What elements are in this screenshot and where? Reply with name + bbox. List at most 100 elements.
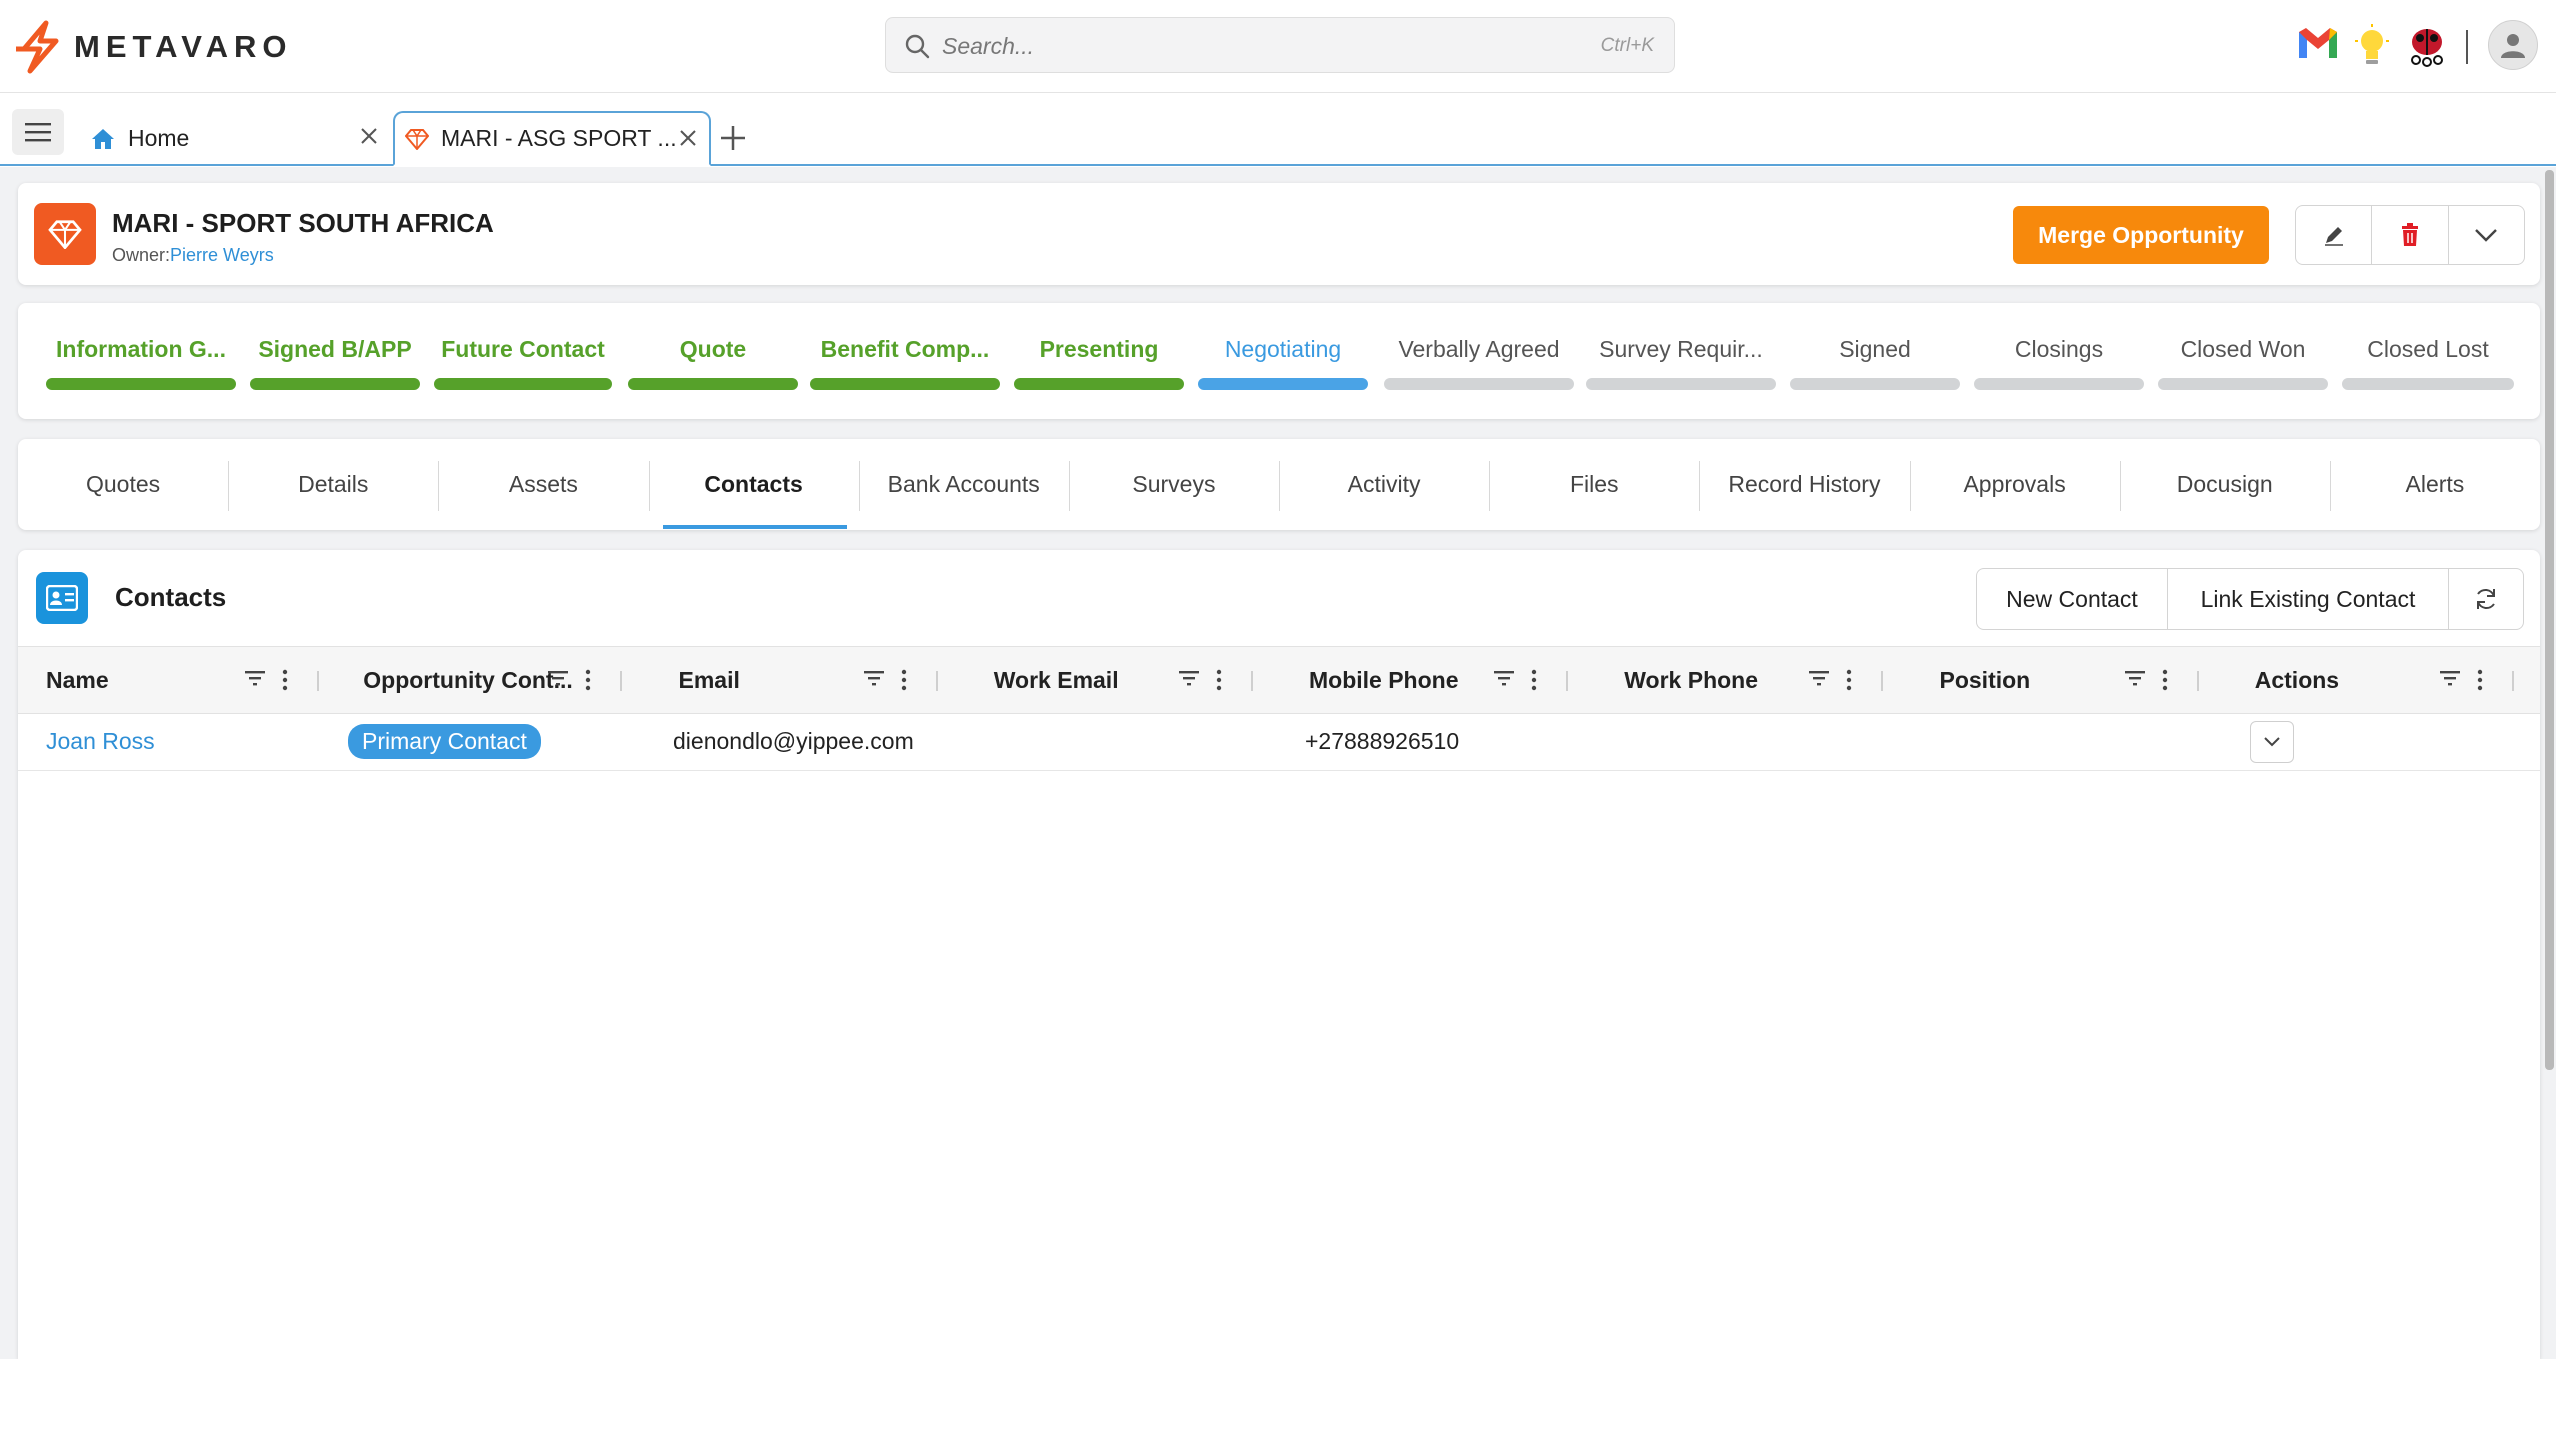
tab-record-history[interactable]: Record History bbox=[1699, 439, 1909, 530]
stage-presenting[interactable]: Presenting bbox=[1014, 303, 1184, 419]
column-header-name[interactable]: Name bbox=[18, 647, 333, 713]
stage-future-contact[interactable]: Future Contact bbox=[434, 303, 612, 419]
column-menu-icon[interactable] bbox=[585, 669, 591, 696]
stage-progress-bar bbox=[1790, 378, 1960, 390]
contacts-panel: Contacts New Contact Link Existing Conta… bbox=[18, 550, 2540, 1359]
column-resize-handle[interactable] bbox=[2196, 671, 2199, 691]
filter-icon[interactable] bbox=[1493, 669, 1515, 692]
stage-verbally-agreed[interactable]: Verbally Agreed bbox=[1384, 303, 1574, 419]
user-avatar[interactable] bbox=[2488, 20, 2538, 70]
filter-icon[interactable] bbox=[547, 669, 569, 692]
column-menu-icon[interactable] bbox=[1216, 669, 1222, 696]
column-header-email[interactable]: Email bbox=[637, 647, 952, 713]
column-resize-handle[interactable] bbox=[2511, 671, 2514, 691]
contact-role-cell: Primary Contact bbox=[348, 713, 541, 770]
metavaro-logo[interactable]: METAVARO bbox=[12, 18, 293, 76]
column-menu-icon[interactable] bbox=[901, 669, 907, 696]
column-header-position[interactable]: Position bbox=[1898, 647, 2213, 713]
column-header-mobile-phone[interactable]: Mobile Phone bbox=[1267, 647, 1582, 713]
column-menu-icon[interactable] bbox=[2477, 669, 2483, 696]
stage-closings[interactable]: Closings bbox=[1974, 303, 2144, 419]
tab-home[interactable]: Home bbox=[80, 111, 390, 166]
stage-survey-requir[interactable]: Survey Requir... bbox=[1586, 303, 1776, 419]
refresh-button[interactable] bbox=[2448, 569, 2523, 629]
column-label: Work Phone bbox=[1624, 667, 1759, 693]
close-tab-icon[interactable] bbox=[358, 125, 380, 147]
trash-icon bbox=[2401, 223, 2418, 246]
filter-icon[interactable] bbox=[244, 669, 266, 692]
column-menu-icon[interactable] bbox=[2162, 669, 2168, 696]
owner-line: Owner:Pierre Weyrs bbox=[112, 245, 274, 266]
column-header-actions[interactable]: Actions bbox=[2213, 647, 2528, 713]
tab-opportunity-label: MARI - ASG SPORT ... bbox=[441, 125, 677, 151]
stage-progress-bar bbox=[46, 378, 236, 390]
column-resize-handle[interactable] bbox=[1566, 671, 1568, 691]
contacts-title: Contacts bbox=[115, 582, 227, 612]
stage-signed-b-app[interactable]: Signed B/APP bbox=[250, 303, 420, 419]
row-actions-dropdown[interactable] bbox=[2250, 720, 2294, 763]
filter-icon[interactable] bbox=[1178, 669, 1200, 692]
stage-label: Quote bbox=[679, 336, 747, 362]
column-header-work-phone[interactable]: Work Phone bbox=[1582, 647, 1897, 713]
stage-negotiating[interactable]: Negotiating bbox=[1198, 303, 1368, 419]
stage-signed[interactable]: Signed bbox=[1790, 303, 1960, 419]
bug-report-icon[interactable] bbox=[2404, 24, 2450, 68]
search-input[interactable] bbox=[940, 26, 1544, 66]
new-contact-button[interactable]: New Contact bbox=[1977, 569, 2167, 629]
close-tab-icon[interactable] bbox=[677, 127, 699, 149]
stage-closed-won[interactable]: Closed Won bbox=[2158, 303, 2328, 419]
primary-contact-badge: Primary Contact bbox=[348, 724, 541, 759]
column-label: Name bbox=[46, 667, 109, 693]
column-menu-icon[interactable] bbox=[1531, 669, 1537, 696]
merge-opportunity-button[interactable]: Merge Opportunity bbox=[2013, 206, 2269, 264]
more-actions-button[interactable] bbox=[2447, 206, 2524, 264]
column-menu-icon[interactable] bbox=[1846, 669, 1852, 696]
add-tab-icon[interactable] bbox=[718, 123, 748, 153]
page-scrollbar[interactable] bbox=[2545, 170, 2554, 1070]
global-search[interactable]: Ctrl+K bbox=[885, 17, 1675, 73]
tab-surveys[interactable]: Surveys bbox=[1069, 439, 1279, 530]
filter-icon[interactable] bbox=[2439, 669, 2461, 692]
tab-details[interactable]: Details bbox=[228, 439, 438, 530]
link-existing-contact-button[interactable]: Link Existing Contact bbox=[2167, 569, 2448, 629]
tab-opportunity[interactable]: MARI - ASG SPORT ... bbox=[393, 111, 711, 166]
tab-docusign[interactable]: Docusign bbox=[2120, 439, 2330, 530]
delete-button[interactable] bbox=[2371, 206, 2447, 264]
tab-approvals[interactable]: Approvals bbox=[1910, 439, 2120, 530]
stage-information-g[interactable]: Information G... bbox=[46, 303, 236, 419]
tab-activity[interactable]: Activity bbox=[1279, 439, 1489, 530]
column-menu-icon[interactable] bbox=[282, 669, 288, 696]
column-resize-handle[interactable] bbox=[620, 671, 623, 691]
contact-name-link[interactable]: Joan Ross bbox=[46, 713, 155, 770]
lightbulb-icon[interactable] bbox=[2352, 24, 2392, 68]
column-label: Email bbox=[678, 667, 740, 693]
filter-icon[interactable] bbox=[2124, 669, 2146, 692]
hamburger-menu-button[interactable] bbox=[12, 109, 64, 155]
owner-link[interactable]: Pierre Weyrs bbox=[170, 245, 274, 265]
column-resize-handle[interactable] bbox=[935, 671, 938, 691]
column-resize-handle[interactable] bbox=[1250, 671, 1253, 691]
window-tab-bar: Home MARI - ASG SPORT ... bbox=[0, 93, 2556, 166]
table-row[interactable]: Joan Ross Primary Contact dienondlo@yipp… bbox=[18, 713, 2540, 771]
stage-benefit-comp[interactable]: Benefit Comp... bbox=[810, 303, 1000, 419]
tab-contacts[interactable]: Contacts bbox=[649, 439, 859, 530]
column-resize-handle[interactable] bbox=[1881, 671, 1884, 691]
stage-quote[interactable]: Quote bbox=[628, 303, 798, 419]
column-resize-handle[interactable] bbox=[317, 671, 319, 691]
tab-bank-accounts[interactable]: Bank Accounts bbox=[859, 439, 1069, 530]
tab-home-label: Home bbox=[128, 125, 190, 151]
filter-icon[interactable] bbox=[1808, 669, 1830, 692]
gmail-icon[interactable] bbox=[2296, 24, 2340, 64]
stage-closed-lost[interactable]: Closed Lost bbox=[2342, 303, 2514, 419]
tab-assets[interactable]: Assets bbox=[438, 439, 648, 530]
stage-progress-bar bbox=[810, 378, 1000, 390]
tab-alerts[interactable]: Alerts bbox=[2330, 439, 2540, 530]
tab-quotes[interactable]: Quotes bbox=[18, 439, 228, 530]
column-header-work-email[interactable]: Work Email bbox=[952, 647, 1267, 713]
edit-button[interactable] bbox=[2296, 206, 2371, 264]
stage-progress-bar bbox=[1198, 378, 1368, 390]
tab-files[interactable]: Files bbox=[1489, 439, 1699, 530]
search-icon bbox=[905, 34, 930, 59]
column-header-opportunity-cont[interactable]: Opportunity Cont... bbox=[321, 647, 636, 713]
filter-icon[interactable] bbox=[863, 669, 885, 692]
